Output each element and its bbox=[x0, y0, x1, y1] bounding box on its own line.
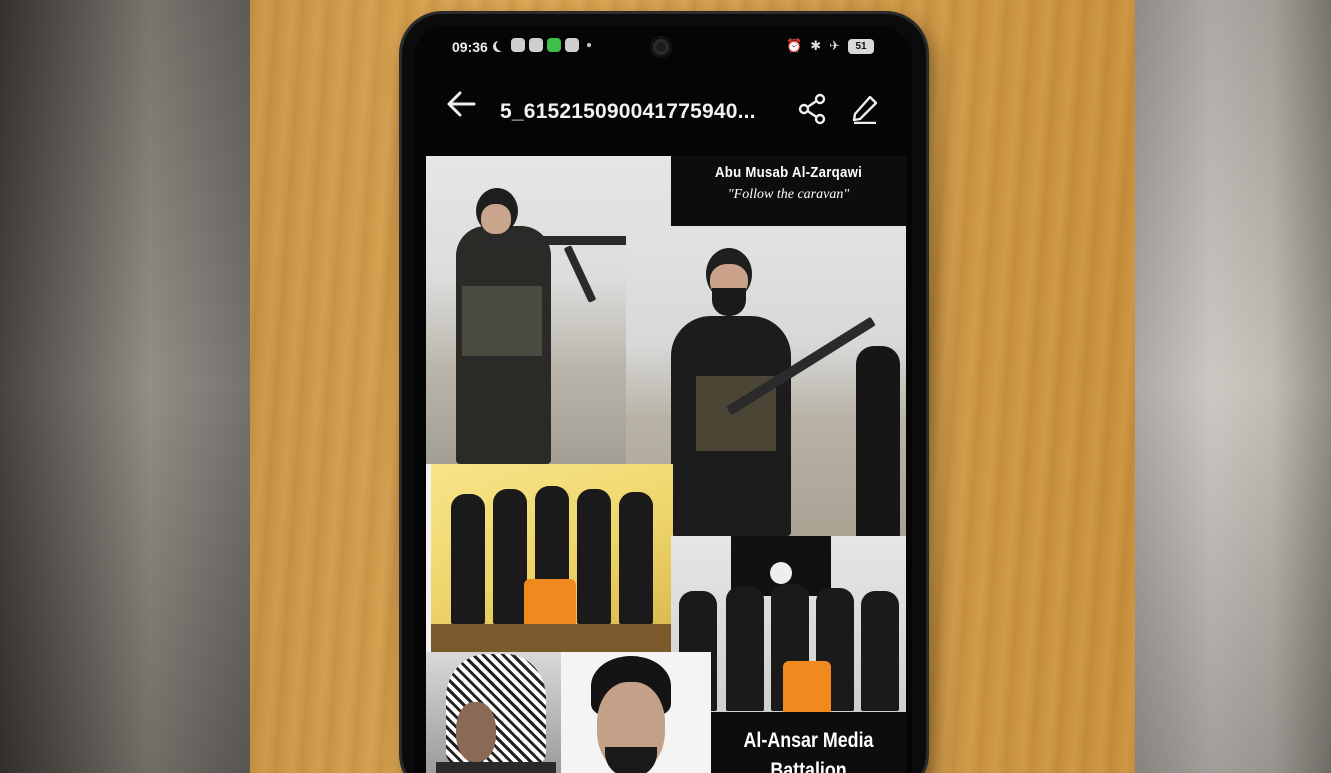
share-icon[interactable] bbox=[796, 92, 828, 126]
flag-emblem bbox=[770, 562, 792, 584]
app-bar: 5_615215090041775940... bbox=[414, 70, 912, 148]
smartphone: 09:36 ⏰ ✱ ✈ 51 5_615215090041775940... A… bbox=[402, 14, 926, 773]
beard bbox=[712, 288, 746, 316]
floor bbox=[431, 624, 673, 652]
notification-icons bbox=[496, 38, 591, 52]
figure bbox=[726, 586, 764, 711]
caption-media-line1: Al-Ansar Media bbox=[743, 729, 874, 752]
back-arrow-icon[interactable] bbox=[444, 87, 484, 127]
blurred-background-right bbox=[1135, 0, 1331, 773]
bluetooth-icon: ✱ bbox=[810, 38, 822, 53]
caption-media: Al-Ansar Media Battalion bbox=[726, 726, 892, 773]
figure bbox=[861, 591, 899, 711]
alarm-icon: ⏰ bbox=[786, 38, 803, 53]
figure bbox=[451, 494, 485, 624]
notification-icon bbox=[547, 38, 561, 52]
figure-face bbox=[481, 204, 511, 234]
figure-face bbox=[456, 702, 496, 762]
more-notifications-dot bbox=[587, 43, 591, 47]
status-time: 09:36 bbox=[452, 39, 488, 55]
system-icons: ⏰ ✱ ✈ 51 bbox=[786, 38, 874, 54]
figure bbox=[619, 492, 653, 624]
notification-icon bbox=[511, 38, 525, 52]
vest bbox=[462, 286, 542, 356]
moon-icon bbox=[496, 40, 507, 51]
figure bbox=[493, 489, 527, 624]
status-bar: 09:36 ⏰ ✱ ✈ 51 bbox=[414, 26, 912, 70]
image-viewer-content[interactable]: Abu Musab Al-Zarqawi "Follow the caravan… bbox=[426, 156, 906, 773]
front-camera bbox=[650, 36, 672, 58]
blurred-background-left bbox=[0, 0, 250, 773]
notification-icon bbox=[529, 38, 543, 52]
phone-screen: 09:36 ⏰ ✱ ✈ 51 5_615215090041775940... A… bbox=[414, 26, 912, 773]
caption-media-box: Al-Ansar Media Battalion bbox=[711, 712, 906, 773]
notification-icon bbox=[565, 38, 579, 52]
caption-title-box: Abu Musab Al-Zarqawi "Follow the caravan… bbox=[671, 156, 906, 226]
rifle-stand bbox=[563, 245, 597, 303]
edit-pencil-icon[interactable] bbox=[850, 94, 880, 125]
figure-body bbox=[436, 762, 556, 773]
caption-subtitle: "Follow the caravan" bbox=[727, 187, 850, 202]
rifle bbox=[486, 236, 636, 245]
photo-hostage-yellow bbox=[431, 464, 673, 652]
hostage-orange-jumpsuit bbox=[783, 661, 831, 713]
file-title: 5_615215090041775940... bbox=[500, 100, 756, 123]
caption-title: Abu Musab Al-Zarqawi bbox=[714, 164, 863, 181]
figure-background bbox=[856, 346, 900, 536]
photo-keffiyeh-figure bbox=[426, 652, 561, 773]
photo-portrait bbox=[561, 652, 711, 773]
battery-icon: 51 bbox=[848, 38, 874, 54]
figure bbox=[577, 489, 611, 624]
caption-media-line2: Battalion bbox=[770, 759, 847, 773]
portrait-beard bbox=[605, 747, 657, 773]
airplane-icon: ✈ bbox=[829, 38, 840, 53]
